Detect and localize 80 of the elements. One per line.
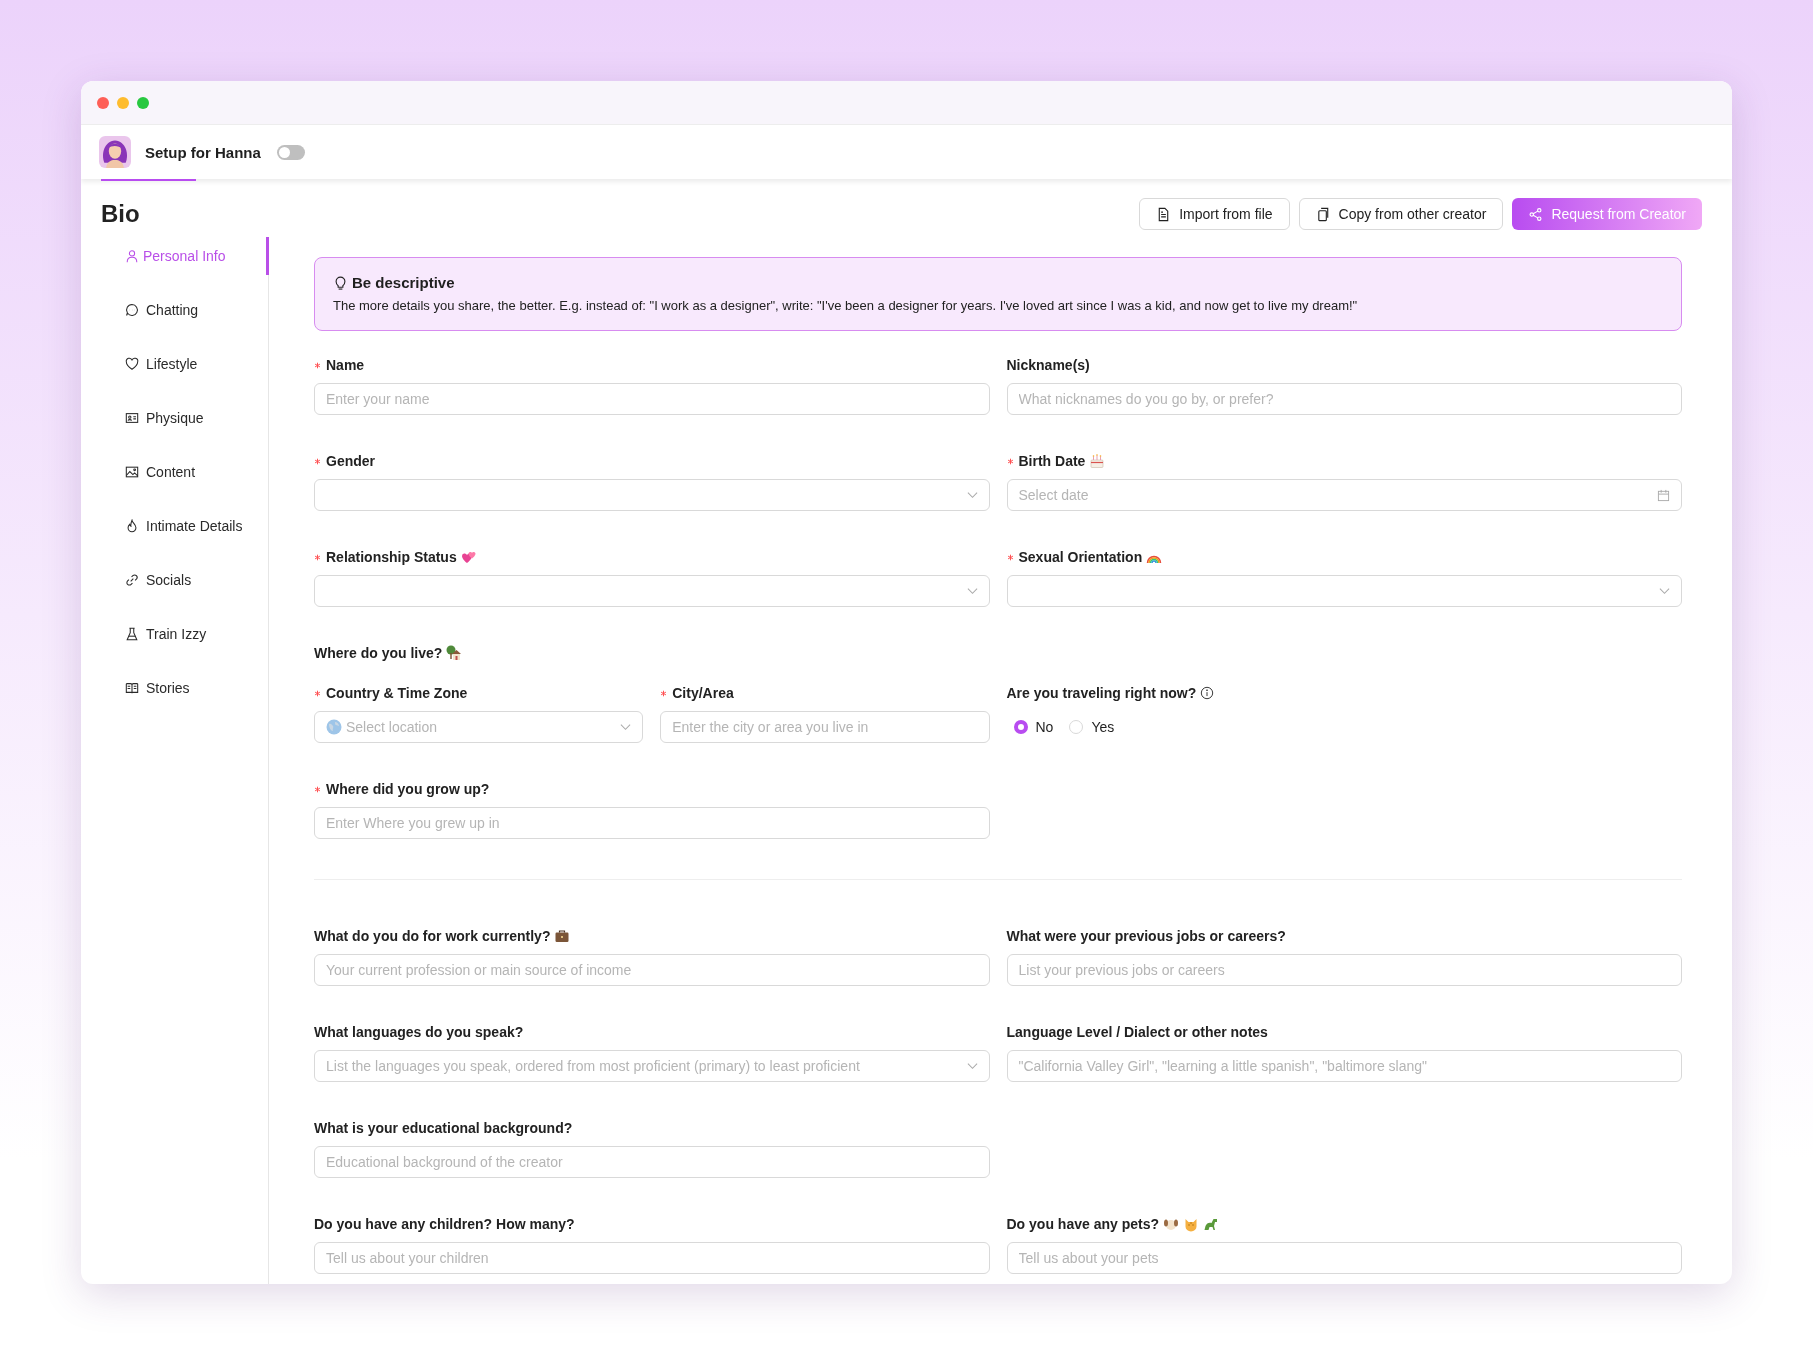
- action-button[interactable]: Import from file: [1139, 198, 1290, 230]
- sidebar-item[interactable]: Socials: [101, 561, 269, 599]
- heart-icon: [125, 357, 139, 371]
- chevron-down-icon: [966, 491, 978, 499]
- chevron-down-icon: [966, 1062, 978, 1070]
- link-icon: [125, 573, 139, 587]
- action-button[interactable]: Copy from other creator: [1298, 198, 1504, 230]
- copy-icon: [1315, 206, 1331, 222]
- image-icon: [125, 465, 139, 479]
- field-label: Are you traveling right now?: [1006, 685, 1197, 701]
- field-label: Do you have any children? How many?: [314, 1216, 575, 1232]
- dropdown[interactable]: [314, 575, 990, 607]
- field-label: Birth Date: [1018, 453, 1086, 469]
- field-label: Where did you grow up?: [326, 781, 490, 797]
- field-label: City/Area: [672, 685, 734, 701]
- text-field[interactable]: Tell us about your pets: [1006, 1242, 1682, 1274]
- hearts-icon: [460, 549, 477, 565]
- page-title: Bio: [101, 200, 140, 228]
- chevron-down-icon: [966, 587, 978, 595]
- avatar: [99, 136, 131, 168]
- info-icon[interactable]: [1200, 686, 1215, 700]
- dropdown[interactable]: [314, 479, 990, 511]
- calendar-icon: [1657, 488, 1670, 502]
- id-card-icon: [125, 411, 139, 425]
- sidebar-item[interactable]: Content: [101, 453, 269, 491]
- chat-bubble-icon: [125, 303, 139, 317]
- field-label: What were your previous jobs or careers?: [1006, 928, 1286, 944]
- text-field[interactable]: "California Valley Girl", "learning a little spanish", "baltimore slang": [1006, 1050, 1682, 1082]
- field-label: Relationship Status: [326, 549, 457, 565]
- chevron-down-icon: [620, 723, 632, 731]
- field-label: Sexual Orientation: [1018, 549, 1143, 565]
- field-label: What languages do you speak?: [314, 1024, 524, 1040]
- radio-label[interactable]: Yes: [1091, 719, 1115, 735]
- field-label: Do you have any pets?: [1006, 1216, 1159, 1232]
- sidebar-item[interactable]: Physique: [101, 399, 269, 437]
- maximize-window-button[interactable]: [137, 96, 149, 109]
- field-label: Gender: [326, 453, 375, 469]
- flask-icon: [125, 627, 139, 641]
- tip-title: Be descriptive: [352, 274, 455, 291]
- book-icon: [125, 681, 139, 695]
- text-field[interactable]: What nicknames do you go by, or prefer?: [1006, 383, 1682, 415]
- globe-icon: [326, 719, 342, 735]
- sidebar-item[interactable]: Chatting: [101, 291, 269, 329]
- field-label: What do you do for work currently?: [314, 928, 551, 944]
- sidebar-item[interactable]: Stories: [101, 669, 269, 707]
- field-label: Language Level / Dialect or other notes: [1006, 1024, 1268, 1040]
- field-label: What is your educational background?: [314, 1120, 573, 1136]
- field-label: Country & Time Zone: [326, 685, 468, 701]
- cake-icon: [1089, 453, 1106, 469]
- tip-text: The more details you share, the better. E.g. instead of: "I work as a designer", write: "I've been a designer for years. I've loved art since I was a kid, and now get to live my dream!": [333, 298, 1359, 313]
- text-field[interactable]: Tell us about your children: [314, 1242, 990, 1274]
- section-heading: Where do you live?: [314, 645, 443, 661]
- text-field[interactable]: Enter the city or area you live in: [660, 711, 990, 743]
- text-field[interactable]: List your previous jobs or careers: [1006, 954, 1682, 986]
- sidebar-item[interactable]: Intimate Details: [101, 507, 269, 545]
- share-icon: [1528, 206, 1544, 222]
- field-label: Nickname(s): [1006, 357, 1090, 373]
- sidebar-item[interactable]: Personal Info: [101, 237, 269, 275]
- toggle-switch[interactable]: [276, 144, 305, 160]
- close-window-button[interactable]: [97, 96, 109, 109]
- flame-icon: [125, 519, 139, 533]
- text-field[interactable]: Enter Where you grew up in: [314, 807, 990, 839]
- dropdown[interactable]: [1006, 575, 1682, 607]
- briefcase-icon: [554, 928, 571, 944]
- minimize-window-button[interactable]: [117, 96, 129, 109]
- field-label: Name: [326, 357, 365, 373]
- lightbulb-icon: [333, 275, 348, 290]
- sidebar-item[interactable]: Train Izzy: [101, 615, 269, 653]
- setup-title: Setup for Hanna: [145, 143, 261, 161]
- text-field[interactable]: Educational background of the creator: [314, 1146, 990, 1178]
- house-icon: [446, 645, 463, 661]
- text-field[interactable]: Enter your name: [314, 383, 990, 415]
- radio-label[interactable]: No: [1035, 719, 1054, 735]
- text-field[interactable]: Your current profession or main source of income: [314, 954, 990, 986]
- radio-button[interactable]: [1013, 720, 1028, 734]
- sidebar-item[interactable]: Lifestyle: [101, 345, 269, 383]
- dinosaur-icon: [1203, 1216, 1219, 1232]
- person-icon: [125, 249, 139, 263]
- cat-icon: [1183, 1216, 1199, 1232]
- chevron-down-icon: [1659, 587, 1670, 595]
